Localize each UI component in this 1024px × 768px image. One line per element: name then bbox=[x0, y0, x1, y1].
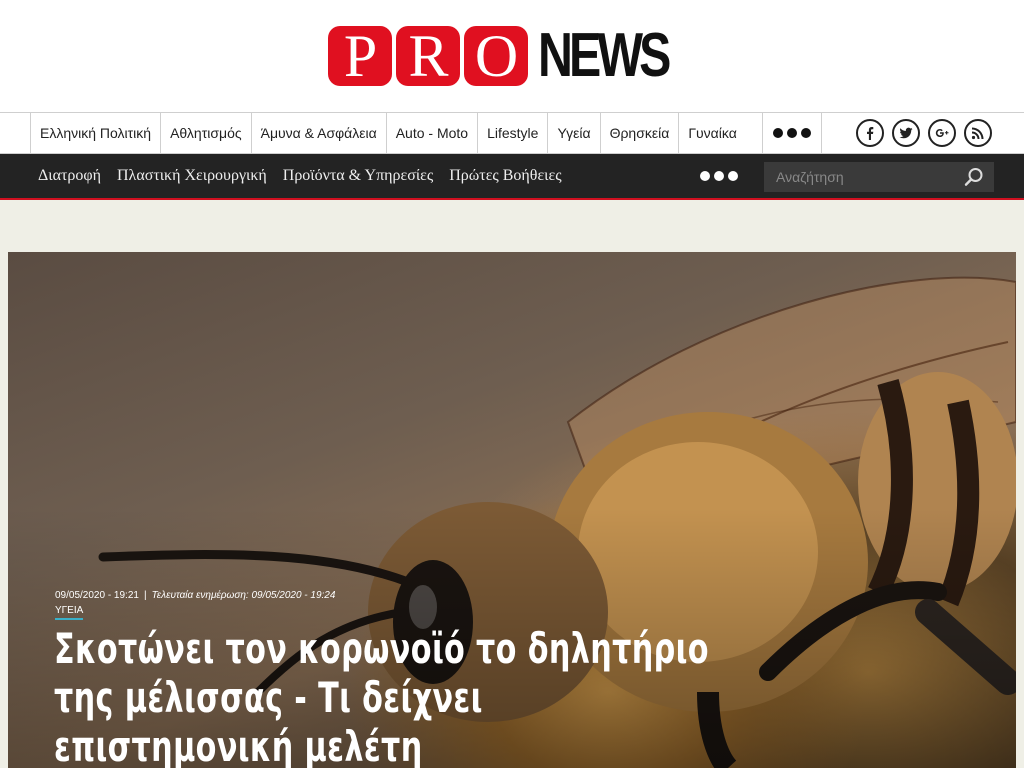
nav-item-woman[interactable]: Γυναίκα bbox=[678, 113, 746, 153]
subnav-item-first-aid[interactable]: Πρώτες Βοήθειες bbox=[449, 154, 561, 198]
headline-line-3: επιστημονική μελέτη bbox=[54, 722, 423, 768]
secondary-nav-items: Διατροφή Πλαστική Χειρουργική Προϊόντα &… bbox=[38, 154, 562, 198]
meta-separator: | bbox=[143, 590, 147, 601]
logo-letter-o: O bbox=[464, 26, 528, 86]
article-meta: 09/05/2020 - 19:21 | Τελευταία ενημέρωση: … bbox=[55, 590, 335, 601]
hero-article[interactable]: 09/05/2020 - 19:21 | Τελευταία ενημέρωση: … bbox=[8, 252, 1016, 768]
headline-line-1: Σκοτώνει τον κορωνοϊό το δηλητήριο bbox=[54, 624, 709, 673]
search-box bbox=[764, 162, 994, 192]
logo-news: NEWS bbox=[538, 21, 671, 90]
nav-item-religion[interactable]: Θρησκεία bbox=[599, 113, 679, 153]
subnav-item-products-services[interactable]: Προϊόντα & Υπηρεσίες bbox=[283, 154, 433, 198]
headline-line-2: της μέλισσας - Τι δείχνει bbox=[54, 673, 483, 722]
nav-item-auto-moto[interactable]: Auto - Moto bbox=[385, 113, 477, 153]
rss-icon[interactable] bbox=[964, 119, 992, 147]
nav-item-politics[interactable]: Ελληνική Πολιτική bbox=[30, 113, 160, 153]
nav-item-health[interactable]: Υγεία bbox=[547, 113, 599, 153]
secondary-navigation: Διατροφή Πλαστική Χειρουργική Προϊόντα &… bbox=[0, 154, 1024, 200]
top-navigation: Ελληνική Πολιτική Αθλητισμός Άμυνα & Ασφ… bbox=[0, 112, 1024, 154]
subnav-item-nutrition[interactable]: Διατροφή bbox=[38, 154, 101, 198]
subnav-item-plastic-surgery[interactable]: Πλαστική Χειρουργική bbox=[117, 154, 267, 198]
top-nav-items: Ελληνική Πολιτική Αθλητισμός Άμυνα & Ασφ… bbox=[30, 113, 746, 153]
google-plus-icon[interactable] bbox=[928, 119, 956, 147]
nav-item-lifestyle[interactable]: Lifestyle bbox=[477, 113, 547, 153]
more-dots-icon[interactable] bbox=[762, 113, 822, 153]
logo-letter-p: P bbox=[328, 26, 392, 86]
logo-pro: P R O bbox=[328, 26, 528, 86]
article-headline[interactable]: Σκοτώνει τον κορωνοϊό το δηλητήριο της μ… bbox=[54, 624, 760, 768]
nav-item-sports[interactable]: Αθλητισμός bbox=[160, 113, 251, 153]
category-tag[interactable]: ΥΓΕΙΑ bbox=[55, 605, 84, 620]
more-dots-icon[interactable] bbox=[700, 171, 738, 181]
twitter-icon[interactable] bbox=[892, 119, 920, 147]
site-header: P R O NEWS bbox=[0, 0, 1024, 112]
social-links bbox=[856, 119, 992, 147]
publish-date: 09/05/2020 - 19:21 bbox=[55, 590, 139, 601]
nav-item-defense[interactable]: Άμυνα & Ασφάλεια bbox=[250, 113, 386, 153]
facebook-icon[interactable] bbox=[856, 119, 884, 147]
logo-letter-r: R bbox=[396, 26, 460, 86]
site-logo[interactable]: P R O NEWS bbox=[328, 21, 704, 90]
updated-date: Τελευταία ενημέρωση: 09/05/2020 - 19:24 bbox=[151, 590, 336, 601]
search-icon[interactable] bbox=[964, 167, 984, 187]
search-input[interactable] bbox=[764, 162, 954, 192]
